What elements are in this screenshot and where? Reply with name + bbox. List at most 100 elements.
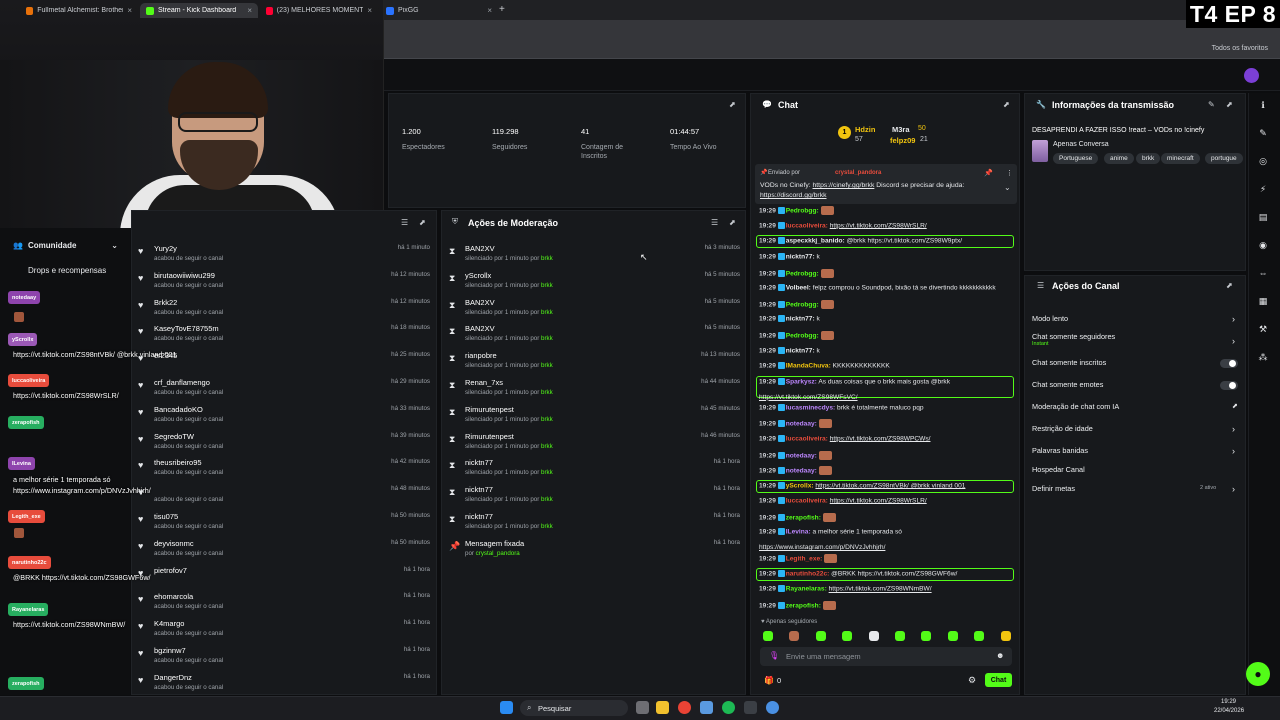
clipboard-icon[interactable]: ▤	[1256, 210, 1270, 224]
filter-icon[interactable]: ☰	[401, 218, 408, 227]
chat-message[interactable]: 19:29 aspecxkkj_banido: @brkk https://vt…	[759, 237, 962, 244]
windows-start-icon[interactable]	[500, 701, 513, 714]
emote-icon[interactable]	[763, 631, 773, 641]
moderation-row[interactable]: 📌 Mensagem fixada por crystal_pandora há 1 …	[441, 539, 740, 566]
moderation-row[interactable]: ⧗ Rimurutenpest silenciado por 1 minuto po…	[441, 432, 740, 459]
channel-action-item[interactable]: Hospedar Canal	[1032, 465, 1240, 479]
message-username[interactable]: narutinho22c:	[786, 570, 830, 577]
chat-user-chip[interactable]: notedaay	[8, 291, 41, 304]
message-username[interactable]: ILevina:	[786, 529, 811, 536]
follower-row[interactable]: ♥ pietrofov7 há 1 hora	[130, 566, 430, 593]
settings-gear-icon[interactable]: ⚙	[968, 675, 976, 686]
chat-message[interactable]: 19:29 narutinho22c: @BRKK https://vt.tik…	[759, 569, 957, 577]
moderation-row[interactable]: ⧗ BAN2XV silenciado por 1 minuto por brkk h…	[441, 298, 740, 325]
browser-tab[interactable]: PixGG ×	[380, 3, 498, 18]
chevron-right-icon[interactable]: ›	[1232, 484, 1235, 494]
app-icon[interactable]	[744, 701, 757, 714]
message-username[interactable]: zerapofish:	[786, 602, 821, 609]
stream-tag[interactable]: portugue	[1205, 153, 1243, 164]
message-username[interactable]: yScrollx:	[786, 482, 814, 489]
message-username[interactable]: Pedrobgg:	[786, 301, 819, 308]
channel-action-item[interactable]: Chat somente emotes	[1032, 380, 1240, 394]
chat-user-chip[interactable]: Rayanelaras	[8, 603, 49, 616]
follower-row[interactable]: ♥ SegredoTW acabou de seguir o canal há 39 …	[130, 432, 430, 459]
emoji-icon[interactable]: ☻	[996, 651, 1004, 660]
app-icon[interactable]	[766, 701, 779, 714]
pinned-link[interactable]: https://discord.gg/brkk	[760, 192, 827, 199]
close-tab-icon[interactable]: ×	[367, 6, 372, 15]
message-text[interactable]: https://vt.tiktok.com/ZS98WrSLR/	[830, 497, 927, 504]
chat-user-chip[interactable]: Legith_exe	[8, 510, 45, 523]
message-username[interactable]: luccaoliveira:	[786, 222, 828, 229]
message-username[interactable]: nicktn77:	[786, 253, 815, 260]
message-username[interactable]: notedaay:	[786, 452, 817, 459]
edit-icon[interactable]: ✎	[1208, 100, 1215, 109]
drops-rewards-link[interactable]: Drops e recompensas	[28, 266, 106, 275]
popout-icon[interactable]: ⬈	[729, 100, 736, 109]
close-tab-icon[interactable]: ×	[487, 6, 492, 15]
chevron-right-icon[interactable]: ›	[1232, 336, 1235, 346]
message-username[interactable]: Sparkysz:	[786, 378, 817, 385]
popout-icon[interactable]: ⬈	[1003, 100, 1010, 109]
follower-row[interactable]: ♥ DangerDnz acabou de seguir o canal há 1 h…	[130, 673, 430, 700]
stream-tag[interactable]: Portuguese	[1053, 153, 1099, 164]
message-text[interactable]: https://www.instagram.com/p/DNVzJvhhjrh/	[759, 544, 885, 551]
follower-row[interactable]: ♥ BancadadoKO acabou de seguir o canal há 3…	[130, 405, 430, 432]
chat-user-chip[interactable]: narutinho22c	[8, 556, 51, 569]
message-username[interactable]: nicktn77:	[786, 347, 815, 354]
send-chat-button[interactable]: Chat	[985, 673, 1012, 687]
follower-row[interactable]: ♥ crf_danflamengo acabou de seguir o canal…	[130, 378, 430, 405]
message-text[interactable]: https://vt.tiktok.com/ZS98WFsVC/	[759, 394, 858, 401]
chat-message[interactable]: 19:29 notedaay:	[759, 419, 832, 429]
message-username[interactable]: notedaay:	[786, 467, 817, 474]
message-username[interactable]: Pedrobgg:	[786, 332, 819, 339]
chevron-right-icon[interactable]: ›	[1232, 446, 1235, 456]
chat-message[interactable]: 19:29 IMandaChuva: KKKKKKKKKKKKK	[759, 362, 890, 369]
chat-message[interactable]: 19:29 nicktn77: k	[759, 315, 820, 323]
moderation-row[interactable]: ⧗ Renan_7xs silenciado por 1 minuto por br…	[441, 378, 740, 405]
apps-icon[interactable]: ⁂	[1256, 350, 1270, 364]
browser-tab[interactable]: (23) MELHORES MOMENTOS F×	[260, 3, 378, 18]
chrome-icon[interactable]	[678, 701, 691, 714]
taskbar-search[interactable]	[520, 700, 628, 716]
chat-message[interactable]: 19:29 Pedrobgg:	[759, 206, 834, 215]
message-text[interactable]: https://vt.tiktok.com/ZS98WrSLR/	[830, 222, 927, 229]
moderation-row[interactable]: ⧗ nicktn77 silenciado por 1 minuto por brk…	[441, 512, 740, 539]
filter-icon[interactable]: ☰	[711, 218, 718, 227]
microphone-icon[interactable]: 🎙	[769, 651, 779, 660]
channel-action-item[interactable]: Chat somente seguidores Instant ›	[1032, 332, 1240, 347]
file-explorer-icon[interactable]	[656, 701, 669, 714]
chat-message[interactable]: 19:29 Pedrobgg:	[759, 299, 834, 309]
message-username[interactable]: notedaay:	[786, 421, 817, 428]
chat-message[interactable]: 19:29 Volbeel: felpz comprou o Soundpod,…	[759, 284, 996, 291]
message-username[interactable]: luccaoliveira:	[786, 497, 828, 504]
info-icon[interactable]: ℹ	[1256, 98, 1270, 112]
more-icon[interactable]: ⋮	[1006, 169, 1013, 177]
follower-row[interactable]: ♥ deyvisonmc acabou de seguir o canal há 50…	[130, 539, 430, 566]
follower-row[interactable]: ♥ tisu075 acabou de seguir o canal há 50 mi…	[130, 512, 430, 539]
stream-tag[interactable]: anime	[1104, 153, 1134, 164]
chat-message[interactable]: 19:29 notedaay:	[759, 466, 832, 475]
channel-action-item[interactable]: Moderação de chat com IA ⬈	[1032, 402, 1240, 416]
message-username[interactable]: lucasminecdys:	[786, 404, 835, 411]
message-username[interactable]: Pedrobgg:	[786, 270, 819, 277]
chat-message[interactable]: 19:29 Legith_exe:	[759, 554, 838, 564]
spotify-icon[interactable]	[722, 701, 735, 714]
follower-row[interactable]: ♥ ehomarcola acabou de seguir o canal há 1 …	[130, 592, 430, 619]
emote-icon[interactable]	[789, 631, 800, 641]
emote-icon[interactable]	[895, 631, 905, 641]
community-section[interactable]: 👥 Comunidade ⌄	[13, 241, 118, 250]
emote-icon[interactable]	[1000, 631, 1011, 641]
follower-row[interactable]: ♥ K4margo acabou de seguir o canal há 1 hor…	[130, 619, 430, 646]
chevron-right-icon[interactable]: ›	[1232, 314, 1235, 324]
message-text[interactable]: https://vt.tiktok.com/ZS98WNmBW/	[829, 586, 932, 593]
moderation-row[interactable]: ⧗ nicktn77 silenciado por 1 minuto por brk…	[441, 458, 740, 485]
emote-icon[interactable]	[921, 631, 932, 641]
follower-row[interactable]: ♥ Brkk22 acabou de seguir o canal há 12 min…	[130, 298, 430, 325]
emote-icon[interactable]	[947, 631, 958, 641]
message-username[interactable]: Legith_exe:	[786, 555, 823, 562]
chat-user-chip[interactable]: yScrollx	[8, 333, 38, 346]
app-icon[interactable]	[700, 701, 713, 714]
follower-row[interactable]: ♥ theusribeiro95 acabou de seguir o canal h…	[130, 458, 430, 485]
chat-message[interactable]: https://vt.tiktok.com/ZS98WFsVC/	[759, 394, 858, 401]
